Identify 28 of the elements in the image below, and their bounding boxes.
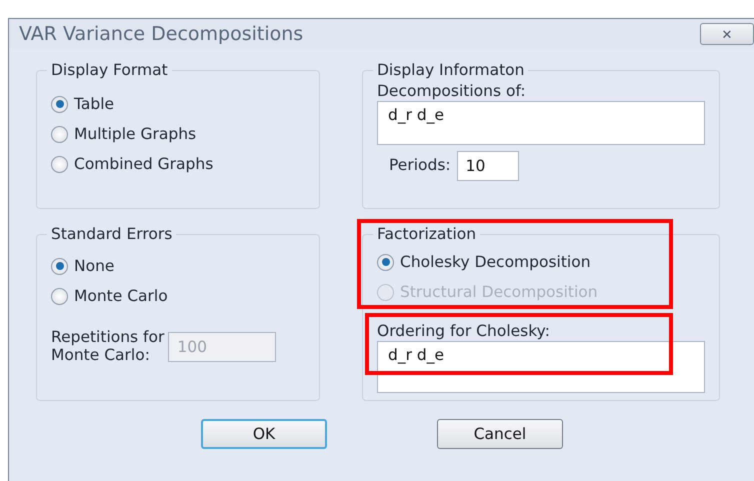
close-button[interactable]: ✕ <box>700 23 754 45</box>
window-title: VAR Variance Decompositions <box>19 23 304 45</box>
field-label: Periods: <box>389 156 451 175</box>
field-label: Decompositions of: <box>377 83 527 101</box>
field-label: Ordering for Cholesky: <box>377 323 551 341</box>
ordering-field[interactable]: d_r d_e <box>377 340 705 393</box>
radio-button[interactable] <box>51 258 68 274</box>
group-title: Factorization <box>376 225 478 243</box>
periods-field[interactable]: 10 <box>456 150 519 181</box>
radio-button[interactable] <box>51 288 68 304</box>
radio-button[interactable] <box>51 156 68 172</box>
radio-button[interactable] <box>51 126 68 142</box>
decompositions-field[interactable]: d_r d_e <box>377 100 705 145</box>
option-label: Structural Decomposition <box>400 283 598 301</box>
option-label: Monte Carlo <box>74 287 168 305</box>
group-title: Standard Errors <box>50 225 174 243</box>
option-label: None <box>74 257 114 275</box>
cancel-button[interactable]: Cancel <box>437 419 563 449</box>
option-label: Cholesky Decomposition <box>400 253 591 271</box>
option-label: Multiple Graphs <box>74 125 196 143</box>
group-title: Display Format <box>50 61 169 79</box>
radio-button[interactable] <box>51 96 68 112</box>
radio-button[interactable] <box>377 254 394 270</box>
option-label: Table <box>74 95 114 113</box>
option-label: Combined Graphs <box>74 155 214 173</box>
field-label: Repetitions for Monte Carlo: <box>51 329 164 365</box>
ok-button[interactable]: OK <box>201 419 327 449</box>
group-title: Display Informaton <box>376 61 526 79</box>
